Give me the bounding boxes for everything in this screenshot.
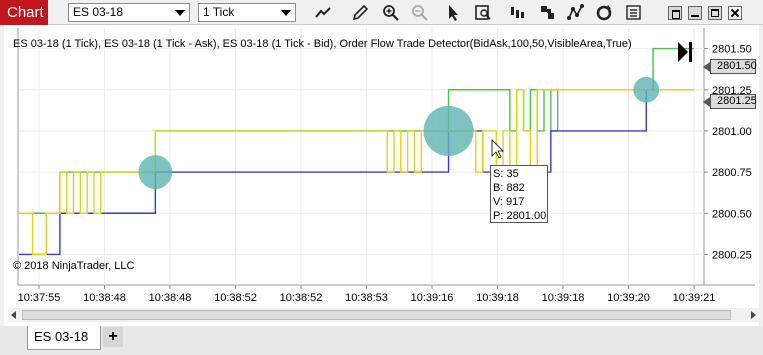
add-tab-button[interactable]: +: [103, 327, 123, 347]
tooltip-sell: S: 35: [493, 168, 519, 180]
properties-icon[interactable]: [624, 3, 644, 22]
trade-tooltip: S: 35 B: 882 V: 917 P: 2801.00: [490, 165, 548, 223]
restore-icon[interactable]: [668, 6, 682, 20]
ask-price-marker: 2801.50: [703, 59, 757, 74]
minimize-icon[interactable]: [688, 6, 702, 20]
instrument-value: ES 03-18: [73, 5, 124, 19]
x-tick-label: 10:38:52: [280, 292, 323, 304]
chart-panel[interactable]: 2801.50 2801.25 2801.00 2800.75 2800.50 2800.…: [0, 25, 763, 326]
pencil-icon[interactable]: [350, 3, 370, 22]
tooltip-buy: B: 882: [493, 182, 525, 194]
trade-bubble: [138, 155, 173, 189]
bid-price-marker: 2801.25: [703, 94, 757, 109]
bar-type-icon[interactable]: [508, 3, 528, 22]
x-tick-label: 10:39:18: [542, 292, 585, 304]
copyright-label: © 2018 NinjaTrader, LLC: [13, 260, 135, 272]
zoom-in-icon[interactable]: [381, 3, 401, 22]
y-tick-label: 2800.75: [712, 167, 752, 179]
scroll-left-icon[interactable]: [11, 311, 16, 319]
toolbar: Chart ES 03-18 1 Tick: [0, 0, 763, 25]
chart-menu-button[interactable]: Chart: [0, 0, 48, 25]
chevron-down-icon: [281, 10, 291, 16]
x-tick-label: 10:38:53: [345, 292, 388, 304]
trade-bubble: [633, 76, 660, 103]
scrollbar-thumb[interactable]: [22, 310, 731, 320]
x-tick-label: 10:38:48: [149, 292, 192, 304]
chevron-down-icon: [175, 10, 185, 16]
tab-es-03-18[interactable]: ES 03-18: [27, 326, 101, 350]
x-tick-label: 10:38:48: [83, 292, 126, 304]
x-tick-label: 10:38:52: [214, 292, 257, 304]
x-tick-label: 10:39:16: [411, 292, 454, 304]
scroll-right-icon[interactable]: [751, 311, 756, 319]
data-box-icon[interactable]: [473, 3, 493, 22]
y-tick-label: 2801.00: [712, 126, 752, 138]
chart-info-label: ES 03-18 (1 Tick), ES 03-18 (1 Tick - As…: [13, 38, 632, 50]
strategy-icon[interactable]: [538, 3, 558, 22]
cursor-icon[interactable]: [443, 3, 463, 22]
drawing-tools-icon[interactable]: [566, 3, 586, 22]
close-icon[interactable]: [728, 6, 742, 20]
scroll-to-end-icon: [678, 42, 688, 62]
interval-value: 1 Tick: [203, 5, 235, 19]
tooltip-volume: V: 917: [493, 196, 525, 208]
x-tick-label: 10:39:21: [673, 292, 716, 304]
maximize-icon[interactable]: [708, 6, 722, 20]
x-tick-label: 10:37:55: [18, 292, 61, 304]
y-tick-label: 2801.50: [712, 44, 752, 56]
zoom-out-icon[interactable]: [410, 3, 430, 22]
line-chart-icon[interactable]: [313, 3, 333, 22]
refresh-icon[interactable]: [594, 3, 614, 22]
trade-bubble: [423, 105, 474, 156]
y-tick-label: 2800.50: [712, 208, 752, 220]
instrument-selector[interactable]: ES 03-18: [68, 3, 190, 22]
tooltip-price: P: 2801.00: [493, 210, 547, 222]
horizontal-scrollbar[interactable]: [8, 308, 759, 322]
y-tick-label: 2800.25: [712, 249, 752, 261]
x-tick-label: 10:39:18: [476, 292, 519, 304]
interval-selector[interactable]: 1 Tick: [198, 3, 296, 22]
chart-tab-bar: ES 03-18 +: [0, 326, 763, 355]
x-tick-label: 10:39:20: [607, 292, 650, 304]
scroll-to-end-bar: [689, 42, 692, 62]
